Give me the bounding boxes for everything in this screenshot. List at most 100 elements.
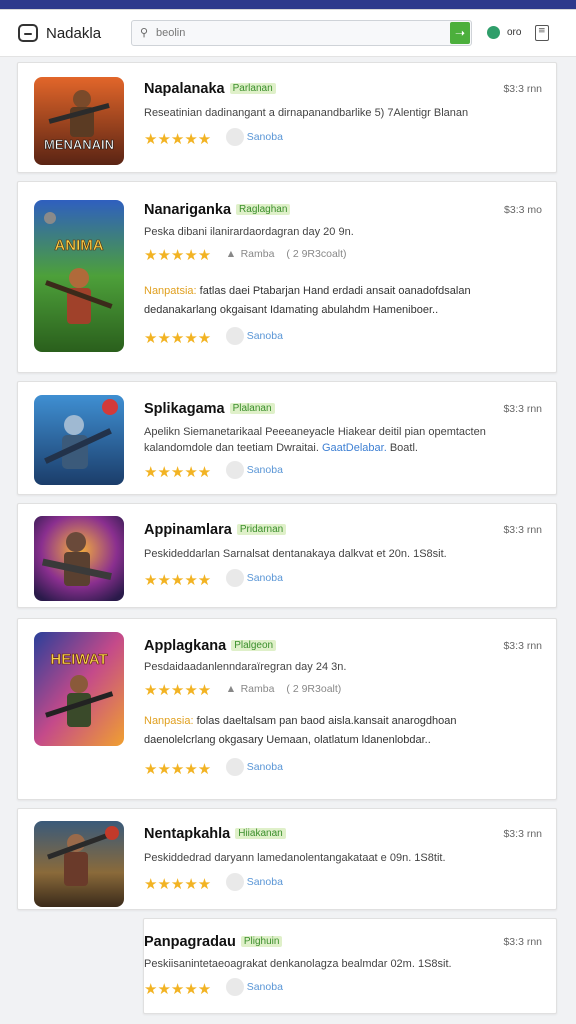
- review-icon: [225, 461, 244, 479]
- rating-row: ★★★★★ Sanoba: [144, 569, 283, 589]
- rating-row: ★★★★★ Sanoba: [144, 758, 283, 778]
- app-description-line2: kalandomdole dan teetiam Dwraitai. GaatD…: [144, 442, 418, 454]
- review-icon: [225, 569, 244, 587]
- app-description: Peskiisanintetaeoagrakat denkanolagza be…: [144, 958, 452, 970]
- svg-text:ANIMA: ANIMA: [54, 237, 103, 254]
- app-price: $3:3 rnn: [503, 524, 542, 536]
- category-tag: Parlanan: [229, 83, 276, 94]
- svg-text:MENANAIN: MENANAIN: [44, 137, 114, 152]
- review-button[interactable]: Sanoba: [225, 978, 283, 996]
- thumbnail-art-icon: HEIWAT: [34, 632, 124, 746]
- star-rating: ★★★★★: [144, 130, 212, 149]
- app-thumbnail[interactable]: [34, 821, 124, 907]
- app-price: $3:3 mo: [504, 204, 542, 216]
- thumbnail-art-icon: [34, 516, 124, 601]
- category-tag: Pridarnan: [236, 524, 287, 535]
- review-icon: [225, 873, 244, 891]
- category-tag: Raglaghan: [236, 204, 291, 215]
- app-title[interactable]: Appinamlara Pridarnan: [144, 522, 287, 538]
- star-rating: ★★★★★: [144, 760, 212, 779]
- star-rating: ★★★★★: [144, 980, 212, 999]
- app-title[interactable]: Nanariganka Raglaghan: [144, 202, 291, 218]
- app-price: $3:3 rnn: [503, 403, 542, 415]
- app-price: $3:3 rnn: [503, 640, 542, 652]
- thumbnail-art-icon: MENANAIN: [34, 77, 124, 165]
- status-icon: [487, 26, 500, 39]
- app-title[interactable]: Splikagama Plalanan: [144, 401, 275, 417]
- app-title[interactable]: Panpagradau Plighuin: [144, 934, 283, 950]
- description-link[interactable]: GaatDelabar.: [322, 442, 387, 454]
- review-button[interactable]: Sanoba: [225, 128, 283, 146]
- thumbnail-art-icon: ANIMA: [34, 200, 124, 352]
- review-icon: [225, 758, 244, 776]
- thumbnail-art-icon: [34, 395, 124, 485]
- app-card[interactable]: Panpagradau Plighuin $3:3 rnn Peskiisanin…: [143, 918, 557, 1014]
- top-strip: [0, 0, 576, 9]
- app-logo-icon[interactable]: [18, 24, 38, 42]
- app-thumbnail[interactable]: MENANAIN: [34, 77, 124, 165]
- search-submit-button[interactable]: ➝: [450, 22, 470, 44]
- app-title[interactable]: Nentapkahla Hiiakanan: [144, 826, 286, 842]
- category-tag: Plalgeon: [231, 640, 277, 651]
- category-tag: Hiiakanan: [235, 828, 286, 839]
- app-description: Peskiddedrad daryann lamedanolentangakat…: [144, 852, 446, 864]
- menu-icon[interactable]: [535, 25, 549, 41]
- app-price: $3:3 rnn: [503, 83, 542, 95]
- rating-count: ▲ Ramba( 2 9R3coalt): [225, 248, 347, 260]
- app-note: Nanpasia: folas daeltalsam pan baod aisl…: [144, 715, 457, 746]
- star-rating: ★★★★★: [144, 571, 212, 590]
- app-description: Pesdaidaadanlenndaraïregran day 24 3n.: [144, 661, 347, 673]
- app-thumbnail[interactable]: ANIMA: [34, 200, 124, 352]
- app-note: Nanpatsia: fatlas daei Ptabarjan Hand er…: [144, 285, 471, 316]
- category-tag: Plighuin: [240, 936, 283, 947]
- app-brand: Nadakla: [46, 25, 102, 42]
- app-thumbnail[interactable]: [34, 395, 124, 485]
- review-button[interactable]: Sanoba: [225, 327, 283, 345]
- app-description: Apelikn Siemanetarikaal Peeeaneyacle Hia…: [144, 426, 486, 438]
- rating-row: ★★★★★ Sanoba: [144, 873, 283, 893]
- review-button[interactable]: Sanoba: [225, 461, 283, 479]
- search-input[interactable]: beolin: [156, 27, 185, 39]
- rating-row: ★★★★★ Sanoba: [144, 327, 283, 347]
- app-card[interactable]: MENANAIN Napalanaka Parlanan $3:3 rnn Res…: [17, 62, 557, 173]
- app-card[interactable]: Appinamlara Pridarnan $3:3 rnn Peskidedda…: [17, 503, 557, 608]
- status-label[interactable]: oro: [507, 27, 521, 38]
- thumbnail-art-icon: [34, 821, 124, 907]
- app-header: Nadakla ⚲ beolin ➝ oro: [0, 9, 576, 57]
- star-rating: ★★★★★: [144, 246, 212, 264]
- app-thumbnail[interactable]: HEIWAT: [34, 632, 124, 746]
- review-icon: [225, 128, 244, 146]
- app-card[interactable]: ANIMA Nanariganka Raglaghan $3:3 mo Peska…: [17, 181, 557, 373]
- search-icon: ⚲: [140, 27, 149, 39]
- app-description: Peskideddarlan Sarnalsat dentanakaya dal…: [144, 548, 447, 560]
- app-card[interactable]: HEIWAT Applagkana Plalgeon $3:3 rnn Pesda…: [17, 618, 557, 800]
- search-box[interactable]: ⚲ beolin ➝: [131, 20, 472, 46]
- rating-count: ▲ Ramba( 2 9R3oalt): [225, 683, 342, 695]
- app-card[interactable]: Nentapkahla Hiiakanan $3:3 rnn Peskiddedr…: [17, 808, 557, 910]
- rating-row: ★★★★★ ▲ Ramba( 2 9R3oalt): [144, 679, 341, 699]
- star-rating: ★★★★★: [144, 875, 212, 894]
- rating-row: ★★★★★ Sanoba: [144, 461, 283, 481]
- review-icon: [225, 327, 244, 345]
- review-button[interactable]: Sanoba: [225, 873, 283, 891]
- app-thumbnail[interactable]: [34, 516, 124, 601]
- star-rating: ★★★★★: [144, 681, 212, 699]
- star-rating: ★★★★★: [144, 329, 212, 348]
- svg-text:HEIWAT: HEIWAT: [50, 651, 107, 668]
- app-price: $3:3 rnn: [503, 828, 542, 840]
- rating-row: ★★★★★ Sanoba: [144, 128, 283, 148]
- app-card[interactable]: Splikagama Plalanan $3:3 rnn Apelikn Siem…: [17, 381, 557, 495]
- app-price: $3:3 rnn: [503, 936, 542, 948]
- app-title[interactable]: Applagkana Plalgeon: [144, 638, 277, 654]
- review-button[interactable]: Sanoba: [225, 758, 283, 776]
- user-icon: ▲: [225, 248, 237, 260]
- review-button[interactable]: Sanoba: [225, 569, 283, 587]
- category-tag: Plalanan: [229, 403, 275, 414]
- rating-row: ★★★★★ ▲ Ramba( 2 9R3coalt): [144, 244, 347, 264]
- rating-row: ★★★★★ Sanoba: [144, 978, 283, 998]
- star-rating: ★★★★★: [144, 463, 212, 482]
- header-divider: [0, 9, 576, 10]
- app-description: Peska dibani ilanirardaordagran day 20 9…: [144, 226, 354, 238]
- app-title[interactable]: Napalanaka Parlanan: [144, 81, 276, 97]
- review-icon: [225, 978, 244, 996]
